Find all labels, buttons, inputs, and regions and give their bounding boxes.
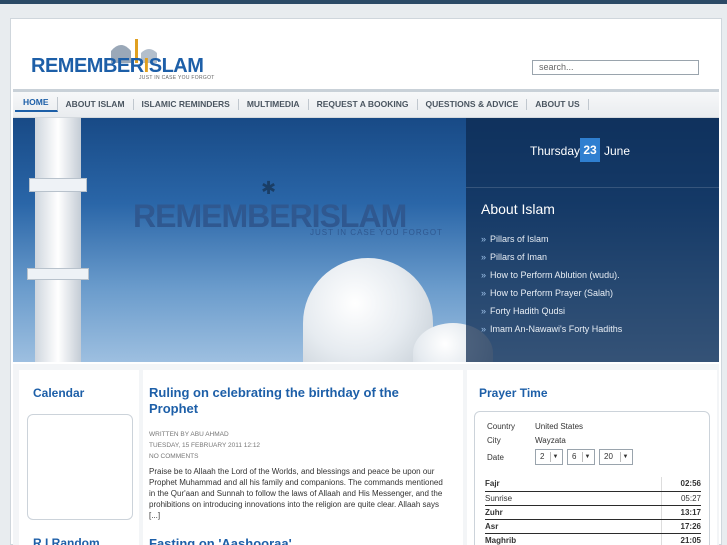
about-link-label: Imam An-Nawawi's Forty Hadiths bbox=[490, 324, 623, 334]
date-month: June bbox=[604, 144, 631, 158]
prayer-times-table: Fajr 02:56 Sunrise 05:27 Zuhr 13:17 Asr 17:2… bbox=[485, 477, 701, 545]
date-widget: Thursday 23 June bbox=[466, 118, 719, 188]
article-excerpt: Praise be to Allaah the Lord of the Worl… bbox=[149, 467, 443, 520]
random-heading: R.I Random bbox=[33, 536, 100, 545]
prayer-time: 17:26 bbox=[660, 519, 701, 534]
date-weekday: Thursday bbox=[530, 144, 581, 158]
article-comments[interactable]: NO COMMENTS bbox=[149, 451, 260, 462]
month-select[interactable]: 6 ▼ bbox=[567, 449, 595, 465]
prayer-time: 21:05 bbox=[660, 533, 701, 545]
about-link-label: How to Perform Prayer (Salah) bbox=[490, 288, 614, 298]
prayer-name: Zuhr bbox=[485, 505, 661, 520]
logo-slam-text: SLAM bbox=[148, 55, 204, 77]
table-row: Fajr 02:56 bbox=[485, 477, 701, 492]
calendar-heading: Calendar bbox=[33, 386, 85, 400]
nav-multimedia[interactable]: MULTIMEDIA bbox=[239, 99, 309, 110]
minaret-balcony bbox=[29, 178, 87, 192]
nav-home[interactable]: HOME bbox=[15, 97, 58, 112]
site-logo[interactable]: REMEMBERISLAM JUST IN CASE YOU FORGOT bbox=[31, 39, 214, 81]
nav-about-islam[interactable]: ABOUT ISLAM bbox=[58, 99, 134, 110]
article-author: WRITTEN BY ABU AHMAD bbox=[149, 431, 229, 438]
date-day-number: 23 bbox=[580, 138, 600, 162]
hero-banner: ✱ REMEMBERISLAM JUST IN CASE YOU FORGOT … bbox=[13, 118, 719, 362]
arrow-icon: » bbox=[481, 252, 487, 262]
prayer-time: 05:27 bbox=[660, 491, 701, 506]
date-label: Date bbox=[487, 453, 504, 462]
table-row: Zuhr 13:17 bbox=[485, 505, 701, 520]
banner-logo-remember: REMEMBER bbox=[133, 198, 313, 234]
about-link-label: Pillars of Islam bbox=[490, 234, 549, 244]
table-row: Sunrise 05:27 bbox=[485, 491, 701, 506]
prayer-time-heading: Prayer Time bbox=[479, 386, 548, 400]
date-selects: 2 ▼ 6 ▼ 20 ▼ bbox=[535, 449, 695, 465]
day-select[interactable]: 2 ▼ bbox=[535, 449, 563, 465]
arrow-icon: » bbox=[481, 288, 487, 298]
city-label: City bbox=[487, 436, 501, 445]
about-link[interactable]: » Pillars of Iman bbox=[481, 248, 622, 266]
left-column: Calendar R.I Random bbox=[19, 370, 139, 545]
page-frame: REMEMBERISLAM JUST IN CASE YOU FORGOT se… bbox=[10, 18, 722, 545]
prayer-name: Asr bbox=[485, 519, 661, 534]
year-select-value: 20 bbox=[604, 452, 613, 461]
minaret-image bbox=[35, 118, 81, 362]
about-link[interactable]: » Imam An-Nawawi's Forty Hadiths bbox=[481, 320, 622, 338]
about-link[interactable]: » How to Perform Prayer (Salah) bbox=[481, 284, 622, 302]
about-islam-links: » Pillars of Islam » Pillars of Iman » How … bbox=[481, 230, 622, 338]
nav-questions-advice[interactable]: QUESTIONS & ADVICE bbox=[418, 99, 528, 110]
about-link-label: Forty Hadith Qudsi bbox=[490, 306, 566, 316]
year-select[interactable]: 20 ▼ bbox=[599, 449, 633, 465]
arrow-icon: » bbox=[481, 234, 487, 244]
arrow-icon: » bbox=[481, 324, 487, 334]
content-area: Calendar R.I Random Ruling on celebratin… bbox=[13, 364, 719, 545]
prayer-name: Sunrise bbox=[485, 491, 661, 506]
country-label: Country bbox=[487, 422, 516, 431]
country-value: United States bbox=[535, 422, 584, 431]
about-link-label: Pillars of Iman bbox=[490, 252, 548, 262]
right-column: Prayer Time Country United States City W… bbox=[467, 370, 717, 545]
logo-remember-text: REMEMBER bbox=[31, 55, 144, 77]
about-link[interactable]: » Pillars of Islam bbox=[481, 230, 622, 248]
prayer-name: Maghrib bbox=[485, 535, 517, 545]
day-select-value: 2 bbox=[540, 452, 545, 461]
main-nav: HOME ABOUT ISLAM ISLAMIC REMINDERS MULTI… bbox=[13, 89, 719, 118]
table-row: Maghrib 21:05 bbox=[485, 533, 701, 545]
nav-islamic-reminders[interactable]: ISLAMIC REMINDERS bbox=[134, 99, 239, 110]
chevron-down-icon: ▼ bbox=[620, 452, 630, 462]
city-value: Wayzata bbox=[535, 436, 566, 445]
about-link-label: How to Perform Ablution (wudu). bbox=[490, 270, 620, 280]
article-date: TUESDAY, 15 FEBRUARY 2011 12:12 bbox=[149, 442, 261, 449]
prayer-time: 02:56 bbox=[660, 477, 701, 492]
article-title[interactable]: Ruling on celebrating the birthday of th… bbox=[149, 385, 449, 417]
logo-tagline: JUST IN CASE YOU FORGOT bbox=[139, 75, 215, 81]
arrow-icon: » bbox=[481, 270, 487, 280]
prayer-time: 13:17 bbox=[660, 505, 701, 520]
nav-about-us[interactable]: ABOUT US bbox=[527, 99, 589, 110]
banner-tagline: JUST IN CASE YOU FORGOT bbox=[310, 228, 443, 237]
palm-tree-icon: ✱ bbox=[261, 178, 277, 198]
nav-request-booking[interactable]: REQUEST A BOOKING bbox=[309, 99, 418, 110]
calendar-widget[interactable] bbox=[27, 414, 133, 520]
prayer-name: Fajr bbox=[485, 477, 661, 492]
site-header: REMEMBERISLAM JUST IN CASE YOU FORGOT se… bbox=[11, 19, 721, 89]
arrow-icon: » bbox=[481, 306, 487, 316]
about-link[interactable]: » Forty Hadith Qudsi bbox=[481, 302, 622, 320]
search-input[interactable]: search... bbox=[532, 60, 699, 75]
article-meta: WRITTEN BY ABU AHMAD TUESDAY, 15 FEBRUAR… bbox=[149, 429, 260, 462]
about-link[interactable]: » How to Perform Ablution (wudu). bbox=[481, 266, 622, 284]
prayer-time-widget: Country United States City Wayzata Date … bbox=[474, 411, 710, 545]
chevron-down-icon: ▼ bbox=[550, 452, 560, 462]
next-article-title[interactable]: Fasting on 'Aashooraa' bbox=[149, 536, 292, 545]
chevron-down-icon: ▼ bbox=[582, 452, 592, 462]
about-islam-title: About Islam bbox=[481, 201, 555, 217]
main-column: Ruling on celebrating the birthday of th… bbox=[143, 370, 463, 545]
table-row: Asr 17:26 bbox=[485, 519, 701, 534]
minaret-balcony-lower bbox=[27, 268, 89, 280]
month-select-value: 6 bbox=[572, 452, 577, 461]
top-accent-bar bbox=[0, 0, 727, 4]
